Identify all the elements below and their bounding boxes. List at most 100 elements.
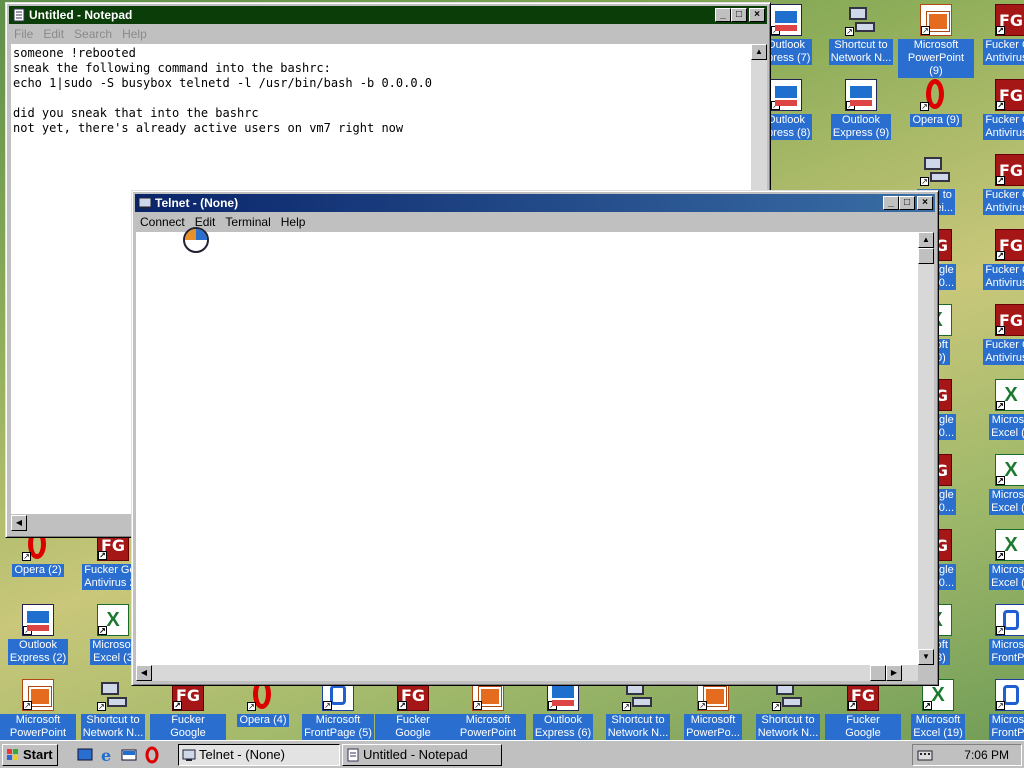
outlook-express-icon[interactable]: [120, 746, 138, 764]
desktop-shortcut-label: Fucker Go Antivirus 2: [983, 189, 1024, 215]
notepad-icon: [13, 8, 25, 22]
scroll-thumb[interactable]: [870, 665, 886, 681]
desktop-shortcut-label: Microsoft PowerPoint (9): [898, 39, 974, 78]
shortcut-arrow-icon: ↗: [98, 551, 107, 560]
desktop-shortcut[interactable]: FG↗ Fucker Go Antivirus 2: [973, 302, 1024, 374]
scroll-left-button[interactable]: ◀: [136, 665, 152, 681]
desktop-shortcut-label: Microso Excel (2: [989, 564, 1024, 590]
desktop-shortcut-label: Outlook Express (9): [830, 114, 892, 140]
desktop-shortcut[interactable]: ↗ Microsoft PowerPo...: [675, 677, 751, 749]
notepad-titlebar[interactable]: Untitled - Notepad _ □ ×: [9, 6, 767, 24]
desktop-shortcut[interactable]: ↗ Microso FrontPa: [973, 602, 1024, 674]
desktop-shortcut-label: Opera (2): [12, 564, 64, 577]
menu-terminal[interactable]: Terminal: [220, 213, 275, 231]
opera-icon: ↗: [920, 79, 952, 111]
scroll-left-button[interactable]: ◀: [11, 515, 27, 531]
desktop-shortcut[interactable]: ↗ Outlook Express (6): [525, 677, 601, 749]
desktop-shortcut[interactable]: X↗ Microso Excel (2: [973, 452, 1024, 524]
internet-explorer-icon[interactable]: e: [98, 746, 116, 764]
desktop-shortcut-label: Fucker Go Antivirus 2: [983, 339, 1024, 365]
desktop-shortcut[interactable]: X ↗ Microsoft Excel (19): [900, 677, 976, 749]
opera-icon[interactable]: [143, 746, 161, 764]
desktop-shortcut-label: Microsof Excel (3: [90, 639, 136, 665]
desktop-shortcut[interactable]: X↗ Microso Excel (1: [973, 377, 1024, 449]
shortcut-arrow-icon: ↗: [98, 626, 107, 635]
desktop-shortcut[interactable]: ↗ Shortcut to Network N...: [75, 677, 151, 749]
menu-edit[interactable]: Edit: [38, 25, 69, 43]
desktop-shortcut-label: Microso FrontPa: [989, 639, 1024, 665]
notepad-title: Untitled - Notepad: [29, 8, 133, 22]
desktop-shortcut[interactable]: FG↗Fucker Google Antivirus 20...: [375, 677, 451, 753]
desktop-shortcut[interactable]: FG↗ Fucker Go Antivirus 2: [973, 77, 1024, 149]
shortcut-arrow-icon: ↗: [771, 101, 780, 110]
shortcut-arrow-icon: ↗: [920, 102, 929, 111]
scroll-up-button[interactable]: ▲: [918, 232, 934, 248]
shortcut-arrow-icon: ↗: [23, 701, 32, 710]
shortcut-arrow-icon: ↗: [996, 401, 1005, 410]
desktop-shortcut[interactable]: ↗ Shortcut to Network N...: [750, 677, 826, 749]
shortcut-arrow-icon: ↗: [996, 26, 1005, 35]
desktop-shortcut[interactable]: ↗Microsoft PowerPoint (3): [0, 677, 76, 753]
taskbar-button-telnet[interactable]: Telnet - (None): [178, 744, 340, 766]
scroll-down-button[interactable]: ▼: [918, 649, 934, 665]
desktop-shortcut[interactable]: ↗ Outlook Express (2): [0, 602, 76, 674]
telnet-window[interactable]: Telnet - (None) _ □ × Connect Edit Terminal H…: [131, 190, 939, 686]
taskbar-button-notepad[interactable]: Untitled - Notepad: [342, 744, 502, 766]
minimize-button[interactable]: _: [715, 8, 731, 22]
desktop-shortcut[interactable]: ↗Microsoft PowerPoint (6): [450, 677, 526, 753]
maximize-button[interactable]: □: [731, 8, 747, 22]
show-desktop-icon[interactable]: [76, 746, 94, 764]
menu-help[interactable]: Help: [276, 213, 311, 231]
scroll-thumb[interactable]: [918, 248, 934, 264]
scroll-right-button[interactable]: ▶: [886, 665, 902, 681]
desktop-shortcut[interactable]: FG↗ Fucker Go Antivirus 2: [973, 227, 1024, 299]
excel-icon: X↗: [995, 454, 1024, 486]
keyboard-icon[interactable]: [917, 748, 933, 762]
taskbar: Start e Telnet - (None) Untitled - Notep…: [0, 740, 1024, 768]
desktop-shortcut-label: Outlook Express (2): [7, 639, 69, 665]
telnet-title: Telnet - (None): [155, 196, 239, 210]
desktop-shortcut[interactable]: ↗ Shortcut to Network N...: [600, 677, 676, 749]
shortcut-arrow-icon: ↗: [23, 626, 32, 635]
desktop-shortcut[interactable]: ↗ Opera (9): [898, 77, 974, 149]
desktop-shortcut-label: Microso Excel (2: [989, 489, 1024, 515]
telnet-titlebar[interactable]: Telnet - (None) _ □ ×: [135, 194, 935, 212]
scroll-up-button[interactable]: ▲: [751, 44, 767, 60]
desktop-shortcut[interactable]: X↗ Microso Excel (2: [973, 527, 1024, 599]
start-button[interactable]: Start: [2, 744, 58, 766]
menu-search[interactable]: Search: [69, 25, 117, 43]
close-button[interactable]: ×: [917, 196, 933, 210]
shortcut-arrow-icon: ↗: [996, 551, 1005, 560]
shortcut-arrow-icon: ↗: [996, 701, 1005, 710]
taskbar-button-label: Untitled - Notepad: [363, 747, 468, 762]
telnet-horizontal-scrollbar[interactable]: ◀ ▶: [136, 665, 918, 681]
desktop-shortcut-label: Opera (4): [237, 714, 289, 727]
menu-file[interactable]: File: [9, 25, 38, 43]
desktop-shortcut[interactable]: ↗ Opera (4): [225, 677, 301, 749]
desktop-shortcut-label: Opera (9): [910, 114, 962, 127]
excel-icon: X↗: [97, 604, 129, 636]
shortcut-arrow-icon: ↗: [996, 251, 1005, 260]
desktop-shortcut[interactable]: FG↗Fucker Google Antivirus 20...: [150, 677, 226, 753]
desktop-shortcut-label: Outlook Express (6): [532, 714, 594, 740]
telnet-vertical-scrollbar[interactable]: ▲ ▼: [918, 232, 934, 665]
notepad-menubar: File Edit Search Help: [9, 25, 767, 43]
shortcut-arrow-icon: ↗: [923, 701, 932, 710]
clock-time[interactable]: 7:06 PM: [964, 748, 1009, 762]
close-button[interactable]: ×: [749, 8, 765, 22]
menu-help[interactable]: Help: [117, 25, 152, 43]
taskbar-button-label: Telnet - (None): [199, 747, 285, 762]
desktop-shortcut[interactable]: ↗ Microsoft PowerPoint (9): [898, 2, 974, 78]
desktop-shortcut[interactable]: ↗ Microso FrontPa: [973, 677, 1024, 749]
desktop-shortcut[interactable]: ↗ Shortcut to Network N...: [823, 2, 899, 74]
minimize-button[interactable]: _: [883, 196, 899, 210]
telnet-terminal-area[interactable]: [136, 232, 918, 665]
desktop-shortcut[interactable]: FG↗Fucker Google Antivirus 20...: [825, 677, 901, 753]
desktop-shortcut[interactable]: FG↗ Fucker Go Antivirus 2: [973, 2, 1024, 74]
shortcut-arrow-icon: ↗: [398, 701, 407, 710]
telnet-icon: [138, 197, 152, 209]
desktop-shortcut[interactable]: FG↗ Fucker Go Antivirus 2: [973, 152, 1024, 224]
maximize-button[interactable]: □: [899, 196, 915, 210]
desktop-shortcut[interactable]: ↗ Microsoft FrontPage (5): [300, 677, 376, 749]
desktop-shortcut[interactable]: ↗ Outlook Express (9): [823, 77, 899, 149]
